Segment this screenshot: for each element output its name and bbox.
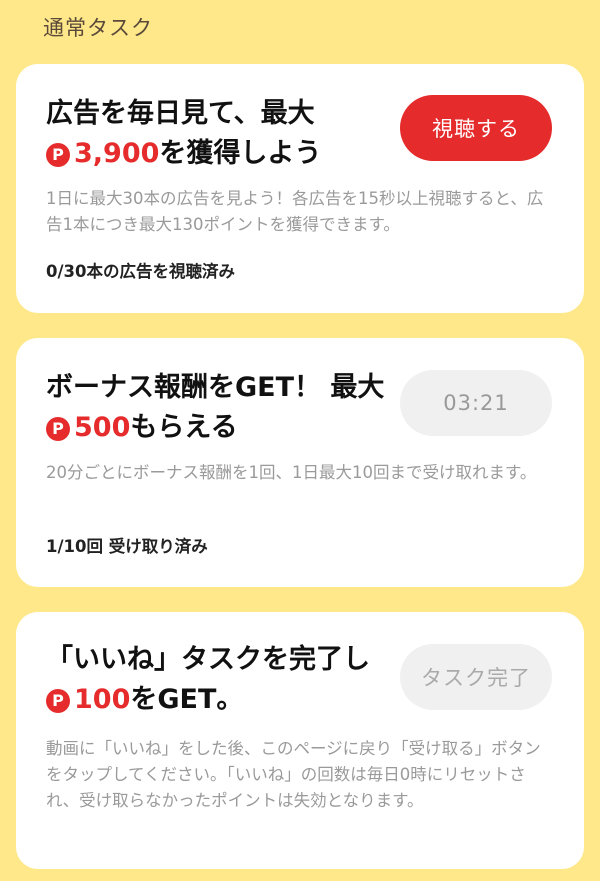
task-title: 「いいね」タスクを完了し P 100をGET。	[46, 640, 386, 720]
task-card-bonus: ボーナス報酬をGET！ 最大 P 500もらえる 03:21 20分ごとにボーナス…	[16, 338, 584, 587]
task-title-text: 「いいね」タスクを完了し	[46, 644, 370, 675]
task-description: 20分ごとにボーナス報酬を1回、1日最大10回まで受け取れます。	[46, 463, 537, 482]
points-amount: P 500	[46, 412, 130, 443]
task-status: 1/10回 受け取り済み	[46, 537, 208, 556]
points-value: 3,900	[74, 138, 160, 169]
point-coin-icon: P	[46, 417, 70, 441]
task-title: 広告を毎日見て、最大 P 3,900を獲得しよう	[46, 94, 386, 174]
point-coin-icon: P	[46, 143, 70, 167]
points-value: 500	[74, 412, 131, 443]
task-title-suffix: を獲得しよう	[159, 138, 322, 169]
task-title-suffix: をGET。	[130, 684, 244, 715]
task-title-text: ボーナス報酬をGET！ 最大	[46, 372, 385, 403]
points-amount: P 3,900	[46, 138, 159, 169]
task-card-like: 「いいね」タスクを完了し P 100をGET。 タスク完了 動画に「いいね」をした…	[16, 612, 584, 869]
section-title: 通常タスク	[43, 16, 153, 40]
task-title-text: 広告を毎日見て、最大	[46, 98, 315, 129]
tasks-page: 通常タスク 広告を毎日見て、最大 P 3,900を獲得しよう 視聴する 1日に最大…	[0, 0, 600, 881]
task-card-watch-ads: 広告を毎日見て、最大 P 3,900を獲得しよう 視聴する 1日に最大30本の広告…	[16, 64, 584, 313]
points-value: 100	[74, 684, 131, 715]
bonus-timer-button[interactable]: 03:21	[400, 370, 552, 436]
points-amount: P 100	[46, 684, 130, 715]
task-title: ボーナス報酬をGET！ 最大 P 500もらえる	[46, 368, 386, 448]
task-description: 1日に最大30本の広告を見よう！各広告を15秒以上視聴すると、広告1本につき最大…	[46, 189, 544, 234]
task-complete-button[interactable]: タスク完了	[400, 644, 552, 710]
point-coin-icon: P	[46, 689, 70, 713]
watch-button[interactable]: 視聴する	[400, 95, 552, 161]
task-description: 動画に「いいね」をした後、このページに戻り「受け取る」ボタンをタップしてください…	[46, 739, 541, 810]
task-status: 0/30本の広告を視聴済み	[46, 262, 235, 281]
task-title-suffix: もらえる	[130, 412, 238, 443]
